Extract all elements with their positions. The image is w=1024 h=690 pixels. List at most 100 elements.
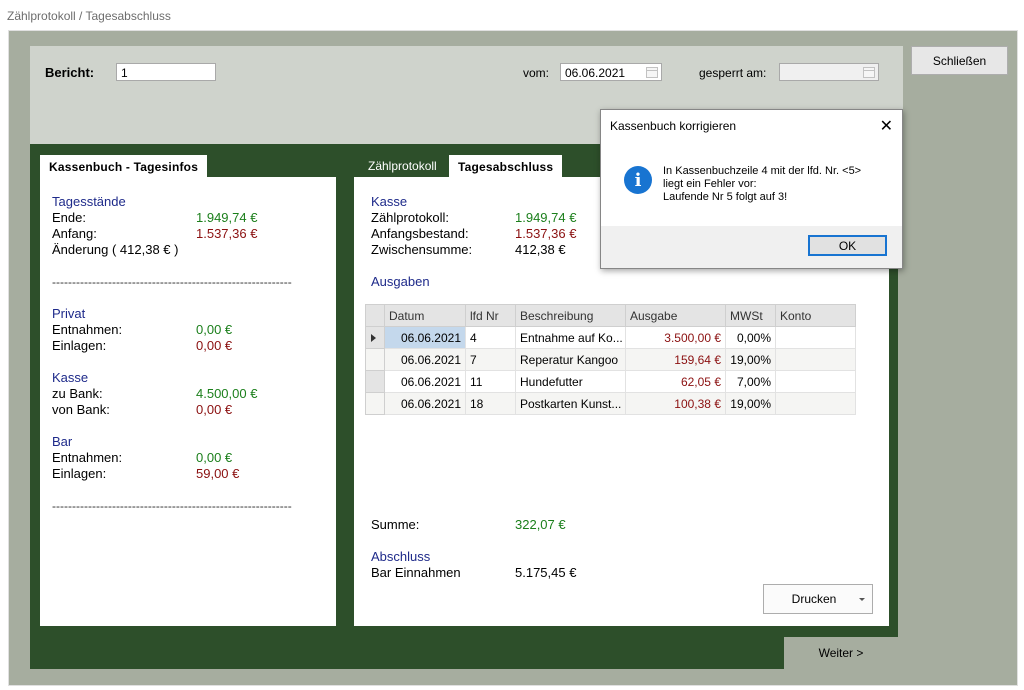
privat-entnahmen-label: Entnahmen: (52, 322, 123, 337)
cell-beschreibung[interactable]: Reperatur Kangoo (515, 348, 626, 371)
dialog-title: Kassenbuch korrigieren (610, 119, 737, 133)
dialog-message-line: In Kassenbuchzeile 4 mit der lfd. Nr. <5… (663, 165, 862, 177)
cell-ausgabe[interactable]: 100,38 € (625, 392, 726, 415)
summe-value: 322,07 € (515, 517, 566, 532)
bar-entnahmen-label: Entnahmen: (52, 450, 123, 465)
dialog-footer: OK (601, 226, 902, 268)
cell-konto[interactable] (775, 348, 856, 371)
table-row[interactable]: 06.06.2021 7 Reperatur Kangoo 159,64 € 1… (365, 348, 856, 371)
cell-konto[interactable] (775, 370, 856, 393)
ende-label: Ende: (52, 210, 86, 225)
cell-mwst[interactable]: 0,00% (725, 326, 776, 349)
separator: ----------------------------------------… (52, 275, 292, 289)
von-bank-label: von Bank: (52, 402, 110, 417)
row-selector[interactable] (365, 392, 385, 415)
vom-date-input[interactable]: 06.06.2021 (560, 63, 662, 81)
calendar-icon[interactable] (646, 67, 658, 78)
anfang-value: 1.537,36 € (196, 226, 258, 241)
vom-date-value: 06.06.2021 (565, 66, 626, 80)
cell-ausgabe[interactable]: 159,64 € (625, 348, 726, 371)
bar-entnahmen-value: 0,00 € (196, 450, 233, 465)
separator: ----------------------------------------… (52, 499, 292, 513)
table-row[interactable]: 06.06.2021 4 Entnahme auf Ko... 3.500,00… (365, 326, 856, 349)
cell-mwst[interactable]: 19,00% (725, 348, 776, 371)
ausgaben-table: Datum lfd Nr Beschreibung Ausgabe MWSt K… (365, 304, 856, 415)
close-button[interactable]: Schließen (911, 46, 1008, 75)
cell-beschreibung[interactable]: Entnahme auf Ko... (515, 326, 626, 349)
message-dialog: Kassenbuch korrigieren ✕ i In Kassenbuch… (600, 109, 903, 269)
cell-mwst[interactable]: 19,00% (725, 392, 776, 415)
bericht-input[interactable]: 1 (116, 63, 216, 81)
row-header-corner (365, 304, 385, 327)
row-selector[interactable] (365, 326, 385, 349)
privat-entnahmen-value: 0,00 € (196, 322, 233, 337)
cell-datum[interactable]: 06.06.2021 (384, 370, 466, 393)
cell-beschreibung[interactable]: Postkarten Kunst... (515, 392, 626, 415)
privat-einlagen-label: Einlagen: (52, 338, 107, 353)
zwischensumme-label: Zwischensumme: (371, 242, 473, 257)
dialog-message-line: liegt ein Fehler vor: (663, 178, 757, 190)
column-header-ausgabe[interactable]: Ausgabe (625, 304, 726, 327)
cell-lfd-nr[interactable]: 4 (465, 326, 516, 349)
ok-button[interactable]: OK (808, 235, 887, 256)
weiter-button[interactable]: Weiter > (784, 637, 898, 669)
privat-title: Privat (52, 306, 86, 321)
current-row-arrow-icon (371, 333, 376, 342)
cell-beschreibung[interactable]: Hundefutter (515, 370, 626, 393)
close-icon[interactable]: ✕ (880, 116, 893, 136)
zwischensumme-value: 412,38 € (515, 242, 566, 257)
tagesstaende-title: Tagesstände (52, 194, 126, 209)
column-header-beschreibung[interactable]: Beschreibung (515, 304, 626, 327)
tab-kassenbuch-tagesinfos[interactable]: Kassenbuch - Tagesinfos (40, 155, 208, 179)
bar-einlagen-label: Einlagen: (52, 466, 107, 481)
kasse-section-title: Kasse (371, 194, 408, 209)
zaehlprotokoll-label: Zählprotokoll: (371, 210, 450, 225)
dropdown-arrow-icon[interactable] (859, 598, 865, 601)
footer-bar (30, 637, 784, 669)
cell-lfd-nr[interactable]: 7 (465, 348, 516, 371)
bar-einlagen-value: 59,00 € (196, 466, 240, 481)
ausgaben-table-container: Datum lfd Nr Beschreibung Ausgabe MWSt K… (365, 304, 856, 415)
aenderung-text: Änderung ( 412,38 € ) (52, 242, 179, 257)
von-bank-value: 0,00 € (196, 402, 233, 417)
table-header-row: Datum lfd Nr Beschreibung Ausgabe MWSt K… (365, 304, 856, 327)
zu-bank-label: zu Bank: (52, 386, 103, 401)
tab-zaehlprotokoll[interactable]: Zählprotokoll (368, 155, 437, 177)
drucken-label: Drucken (791, 592, 837, 606)
gesperrt-date-input[interactable] (779, 63, 879, 81)
summe-label: Summe: (371, 517, 420, 532)
column-header-mwst[interactable]: MWSt (725, 304, 776, 327)
dialog-message-line: Laufende Nr 5 folgt auf 3! (663, 191, 788, 203)
anfang-label: Anfang: (52, 226, 97, 241)
privat-einlagen-value: 0,00 € (196, 338, 233, 353)
cell-ausgabe[interactable]: 3.500,00 € (625, 326, 726, 349)
bar-title: Bar (52, 434, 73, 449)
table-row[interactable]: 06.06.2021 18 Postkarten Kunst... 100,38… (365, 392, 856, 415)
drucken-button[interactable]: Drucken (763, 584, 873, 614)
cell-konto[interactable] (775, 326, 856, 349)
ende-value: 1.949,74 € (196, 210, 258, 225)
column-header-konto[interactable]: Konto (775, 304, 856, 327)
column-header-lfd-nr[interactable]: lfd Nr (465, 304, 516, 327)
column-header-datum[interactable]: Datum (384, 304, 466, 327)
cell-datum[interactable]: 06.06.2021 (384, 326, 466, 349)
cell-datum[interactable]: 06.06.2021 (384, 392, 466, 415)
cell-mwst[interactable]: 7,00% (725, 370, 776, 393)
cell-ausgabe[interactable]: 62,05 € (625, 370, 726, 393)
table-row[interactable]: 06.06.2021 11 Hundefutter 62,05 € 7,00% (365, 370, 856, 393)
kasse-title: Kasse (52, 370, 89, 385)
abschluss-title: Abschluss (371, 549, 431, 564)
gesperrt-label: gesperrt am: (699, 66, 767, 80)
bar-einnahmen-value: 5.175,45 € (515, 565, 577, 580)
cell-datum[interactable]: 06.06.2021 (384, 348, 466, 371)
cell-lfd-nr[interactable]: 11 (465, 370, 516, 393)
window-title: Zählprotokoll / Tagesabschluss (7, 9, 171, 23)
row-selector[interactable] (365, 348, 385, 371)
row-selector[interactable] (365, 370, 385, 393)
calendar-icon[interactable] (863, 67, 875, 78)
anfangsbestand-value: 1.537,36 € (515, 226, 577, 241)
tab-tagesabschluss[interactable]: Tagesabschluss (449, 155, 563, 179)
cell-konto[interactable] (775, 392, 856, 415)
info-icon: i (624, 166, 652, 194)
cell-lfd-nr[interactable]: 18 (465, 392, 516, 415)
